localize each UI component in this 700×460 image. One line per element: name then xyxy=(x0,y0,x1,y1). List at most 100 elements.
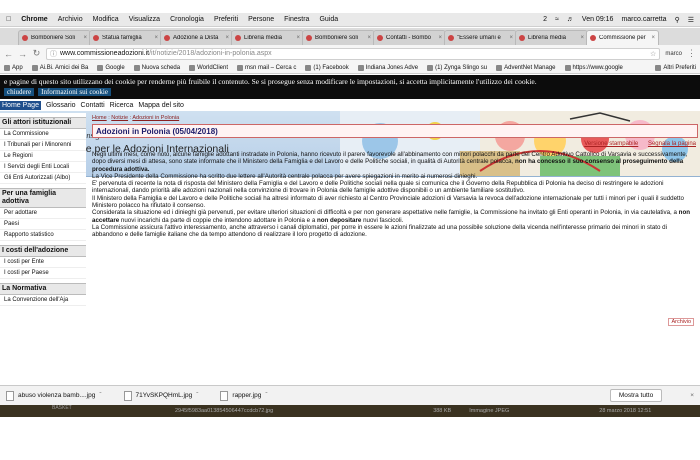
menu-persone[interactable]: Persone xyxy=(248,16,274,23)
close-icon[interactable]: × xyxy=(296,35,300,41)
sidebar-item-paesi[interactable]: Paesi xyxy=(0,219,86,230)
sidebar-item-regioni[interactable]: Le Regioni xyxy=(0,151,86,162)
nav-mappa[interactable]: Mappa del sito xyxy=(138,102,184,109)
breadcrumb-notizie[interactable]: Notizie xyxy=(111,115,128,121)
tab-6[interactable]: "Essere umani e × xyxy=(444,30,517,45)
nav-contatti[interactable]: Contatti xyxy=(81,102,105,109)
star-icon[interactable]: ☆ xyxy=(650,50,656,58)
clock[interactable]: Ven 09:16 xyxy=(582,16,614,23)
bookmark-item[interactable]: App xyxy=(4,64,23,71)
chevron-up-icon[interactable]: ˆ xyxy=(99,392,101,399)
bookmark-item[interactable]: Google xyxy=(97,64,125,71)
bookmark-item[interactable]: (1) Zynga Slingo su xyxy=(427,64,487,71)
user-name[interactable]: marco.carretta xyxy=(621,16,666,23)
breadcrumb-home[interactable]: Home xyxy=(92,115,107,121)
bookmark-item[interactable]: msn mail – Cerca c xyxy=(237,64,296,71)
menu-cronologia[interactable]: Cronologia xyxy=(170,16,204,23)
tab-1[interactable]: Statua famiglia × xyxy=(89,30,162,45)
tab-7[interactable]: Libreria media × xyxy=(515,30,588,45)
bookmark-item[interactable]: AdventNet Manage xyxy=(496,64,556,71)
menu-finestra[interactable]: Finestra xyxy=(284,16,309,23)
archive-link[interactable]: Archivio xyxy=(668,318,694,326)
close-icon[interactable]: × xyxy=(438,35,442,41)
back-icon[interactable]: ← xyxy=(4,49,13,59)
menu-archivio[interactable]: Archivio xyxy=(58,16,83,23)
sidebar-item-servizi[interactable]: I Servizi degli Enti Locali xyxy=(0,162,86,173)
nav-home[interactable]: Home Page xyxy=(0,100,41,110)
sidebar-item-costi-ente[interactable]: I costi per Ente xyxy=(0,257,86,268)
top-margin xyxy=(0,0,700,13)
tab-0[interactable]: Bomboniere Soli × xyxy=(18,30,91,45)
menu-modifica[interactable]: Modifica xyxy=(93,16,119,23)
tab-3[interactable]: Libreria media × xyxy=(231,30,304,45)
finder-filename[interactable]: 2945f5983aa013854506447ccdcb72.jpg xyxy=(175,408,273,414)
bookmark-item[interactable]: Ai.Bi. Amici dei Ba xyxy=(31,64,88,71)
close-icon[interactable]: × xyxy=(225,35,229,41)
sidebar-item-convenzione[interactable]: La Convenzione dell'Aja xyxy=(0,295,86,306)
google-icon xyxy=(564,64,571,71)
favicon-icon xyxy=(235,35,241,41)
download-item[interactable]: abuso violenza bamb....jpg ˆ xyxy=(6,390,102,401)
info-icon[interactable]: ⓘ xyxy=(50,49,57,59)
sidebar-item-per-adottare[interactable]: Per adottare xyxy=(0,208,86,219)
close-icon[interactable]: × xyxy=(690,392,694,399)
menu-chrome[interactable]: Chrome xyxy=(21,16,47,23)
menu-guida[interactable]: Guida xyxy=(319,16,338,23)
sidebar-item-rapporto[interactable]: Rapporto statistico xyxy=(0,230,86,241)
profile-button[interactable]: marco xyxy=(665,51,682,57)
apple-icon[interactable]:  xyxy=(6,16,11,23)
bookmark-label: Nuova scheda xyxy=(141,64,181,71)
favicon-icon xyxy=(519,35,525,41)
chevron-up-icon[interactable]: ˆ xyxy=(196,392,198,399)
show-all-button[interactable]: Mostra tutto xyxy=(609,389,663,402)
cookie-info-button[interactable]: Informazioni sui cookie xyxy=(38,88,111,96)
sidebar-item-commissione[interactable]: La Commissione xyxy=(0,129,86,140)
sidebar-item-tribunali[interactable]: I Tribunali per i Minorenni xyxy=(0,140,86,151)
bookmark-item[interactable]: Indiana Jones Adve xyxy=(357,64,418,71)
breadcrumb-current[interactable]: Adozioni in Polonia xyxy=(132,115,179,121)
sidebar-item-enti[interactable]: Gli Enti Autorizzati (Albo) xyxy=(0,173,86,184)
download-item[interactable]: rapper.jpg ˆ xyxy=(220,390,268,401)
cookie-close-button[interactable]: chiudere xyxy=(4,88,35,96)
volume-icon[interactable]: ♬ xyxy=(567,16,574,23)
close-icon[interactable]: × xyxy=(367,35,371,41)
bookmark-icon xyxy=(133,64,140,71)
cookie-text: e pagine di questo sito utilizzano dei c… xyxy=(4,77,537,86)
tab-label: Bomboniere soli xyxy=(315,35,359,41)
bookmark-icon xyxy=(237,64,243,71)
menu-preferiti[interactable]: Preferiti xyxy=(214,16,238,23)
close-icon[interactable]: × xyxy=(580,35,584,41)
other-bookmarks[interactable]: Altri Preferiti xyxy=(655,64,696,71)
bookmark-item[interactable]: WorldClient xyxy=(189,64,228,71)
paragraph: La Commissione assicura l'attivo interes… xyxy=(92,223,667,239)
close-icon[interactable]: × xyxy=(83,35,87,41)
print-version-link[interactable]: Versione stampabile xyxy=(584,141,638,147)
bookmark-item[interactable]: Nuova scheda xyxy=(133,64,181,71)
wifi-icon[interactable]: ≈ xyxy=(555,16,559,23)
list-icon[interactable]: ☰ xyxy=(688,16,694,24)
nav-glossario[interactable]: Glossario xyxy=(46,102,76,109)
report-page-link[interactable]: Segnala la pagina xyxy=(648,141,696,147)
tab-2[interactable]: Adozione a Dista × xyxy=(160,30,233,45)
notification-badge[interactable]: 2 xyxy=(543,16,547,23)
bookmark-item[interactable]: (1) Facebook xyxy=(305,64,349,71)
address-bar[interactable]: ⓘ www.commissioneadozioni.it/it/notizie/… xyxy=(46,47,661,60)
download-filename: 71YvSKPQHmL.jpg xyxy=(135,392,193,399)
reload-icon[interactable]: ↻ xyxy=(32,48,41,59)
menu-icon[interactable]: ⋮ xyxy=(687,48,696,59)
tab-5[interactable]: Contatti - Bombo × xyxy=(373,30,446,45)
nav-ricerca[interactable]: Ricerca xyxy=(110,102,134,109)
close-icon[interactable]: × xyxy=(154,35,158,41)
search-icon[interactable]: ⚲ xyxy=(675,16,680,24)
sidebar-item-costi-paese[interactable]: I costi per Paese xyxy=(0,268,86,279)
close-icon[interactable]: × xyxy=(651,35,655,41)
forward-icon[interactable]: → xyxy=(18,49,27,59)
bookmark-item[interactable]: https://www.google xyxy=(564,64,623,71)
chevron-up-icon[interactable]: ˆ xyxy=(265,392,267,399)
menu-visualizza[interactable]: Visualizza xyxy=(129,16,160,23)
tab-4[interactable]: Bomboniere soli × xyxy=(302,30,375,45)
tab-active[interactable]: Commissione per × xyxy=(586,30,659,45)
close-icon[interactable]: × xyxy=(509,35,513,41)
download-item[interactable]: 71YvSKPQHmL.jpg ˆ xyxy=(123,390,198,401)
finder-kind: Immagine JPEG xyxy=(469,408,510,414)
